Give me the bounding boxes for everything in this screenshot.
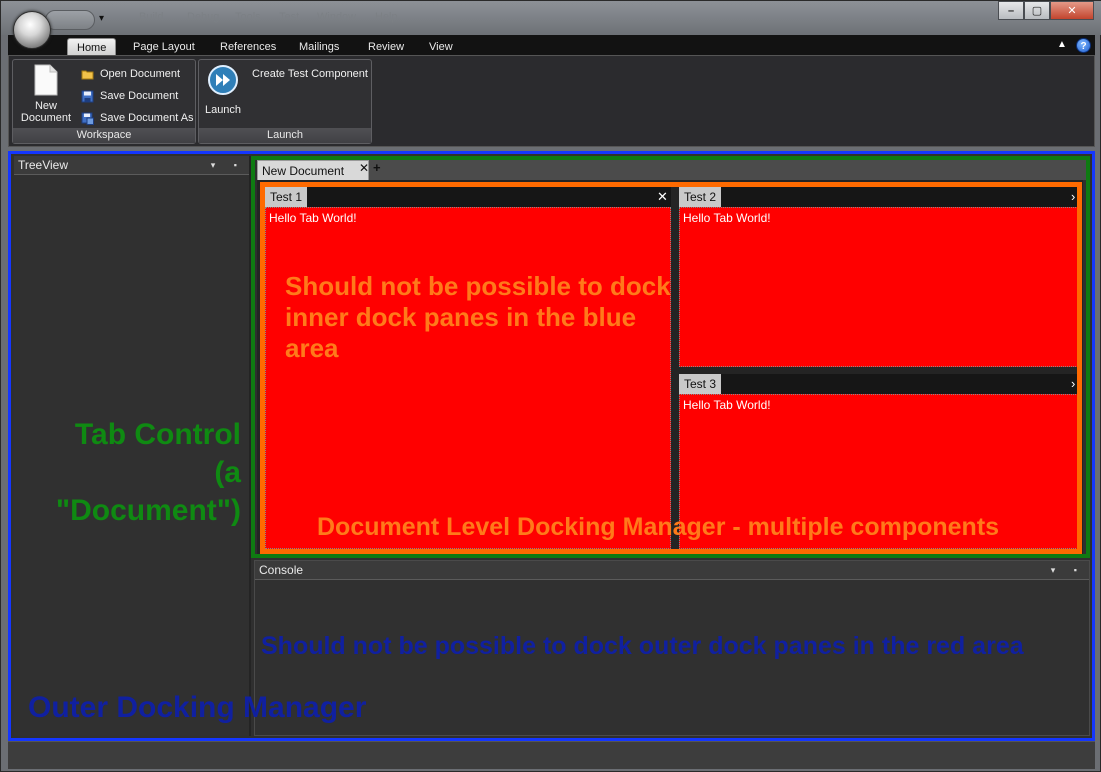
help-icon[interactable]: ? [1076, 38, 1091, 53]
save-as-icon [81, 112, 94, 125]
save-document-as-label: Save Document As [100, 112, 194, 124]
ghost-menu-test: Test [279, 11, 300, 23]
application-menu-orb[interactable] [13, 11, 51, 49]
console-title: Console [259, 563, 304, 577]
ghost-menu-build: Build [139, 11, 164, 23]
ribbon-group-label-workspace: Workspace [13, 128, 195, 143]
ribbon-group-launch: Launch Create Test Component Launch [198, 59, 372, 144]
application-window: ▾ Build Debug Tools Test Window Help – ▢… [0, 0, 1101, 772]
document-manager-label: Document Level Docking Manager - multipl… [317, 513, 1000, 541]
caption-buttons: – ▢ ✕ [998, 1, 1094, 21]
tab-page-layout[interactable]: Page Layout [124, 38, 204, 56]
document-docking-manager-frame [260, 182, 1082, 554]
quick-access-toolbar[interactable] [45, 10, 95, 30]
console-pin-icon[interactable]: ▾ ▪ [1051, 561, 1085, 580]
qat-dropdown-icon[interactable]: ▾ [99, 13, 104, 24]
new-document-button[interactable]: New Document [15, 64, 77, 124]
ghost-menu-window: Window [317, 11, 357, 23]
status-bar [8, 741, 1095, 769]
save-document-button[interactable]: Save Document [81, 87, 178, 105]
ghost-menu-debug: Debug [187, 11, 220, 23]
create-test-component-button[interactable]: Create Test Component [252, 65, 368, 83]
save-document-label: Save Document [100, 90, 179, 102]
save-document-as-button[interactable]: Save Document As [81, 109, 194, 127]
tab-control-label: Tab Control (a "Document") [21, 416, 241, 530]
treeview-title: TreeView [18, 158, 69, 172]
launch-button[interactable]: Launch [203, 64, 243, 116]
new-document-label-2: Document [20, 112, 72, 124]
new-document-label-1: New [34, 100, 57, 112]
launch-label: Launch [204, 104, 242, 116]
open-document-button[interactable]: Open Document [81, 65, 180, 83]
minimize-button[interactable]: – [998, 1, 1024, 20]
tab-references[interactable]: References [211, 38, 285, 56]
close-button[interactable]: ✕ [1050, 1, 1094, 20]
tab-view[interactable]: View [420, 38, 462, 56]
tab-mailings[interactable]: Mailings [290, 38, 348, 56]
ribbon-group-workspace: New Document Open Document Save Document… [12, 59, 196, 144]
console-header[interactable]: Console ▾ ▪ [255, 561, 1089, 580]
folder-icon [81, 70, 94, 79]
title-bar: ▾ Build Debug Tools Test Window Help – ▢… [1, 1, 1101, 35]
ribbon-group-label-launch: Launch [199, 128, 371, 143]
ribbon-body: New Document Open Document Save Document… [8, 55, 1095, 147]
tab-home[interactable]: Home [67, 38, 117, 56]
create-test-component-label: Create Test Component [252, 68, 368, 80]
outer-manager-label: Outer Docking Manager [28, 691, 367, 724]
inner-dock-note: Should not be possible to dock inner doc… [285, 271, 671, 363]
new-document-icon [34, 64, 58, 96]
open-document-label: Open Document [100, 68, 181, 80]
launch-icon [208, 65, 238, 95]
ribbon-collapse-icon[interactable]: ▲ [1057, 39, 1067, 50]
tab-control-label-1: Tab Control [74, 418, 241, 451]
treeview-header[interactable]: TreeView ▾ ▪ [14, 156, 249, 175]
outer-dock-note: Should not be possible to dock outer doc… [261, 632, 1024, 660]
tab-review[interactable]: Review [359, 38, 413, 56]
treeview-pin-icon[interactable]: ▾ ▪ [211, 156, 245, 175]
tab-control-label-2: (a "Document") [55, 456, 241, 527]
maximize-button[interactable]: ▢ [1024, 1, 1050, 20]
ghost-menu-help: Help [375, 11, 398, 23]
ghost-menu-tools: Tools [235, 11, 261, 23]
save-icon [81, 90, 94, 102]
